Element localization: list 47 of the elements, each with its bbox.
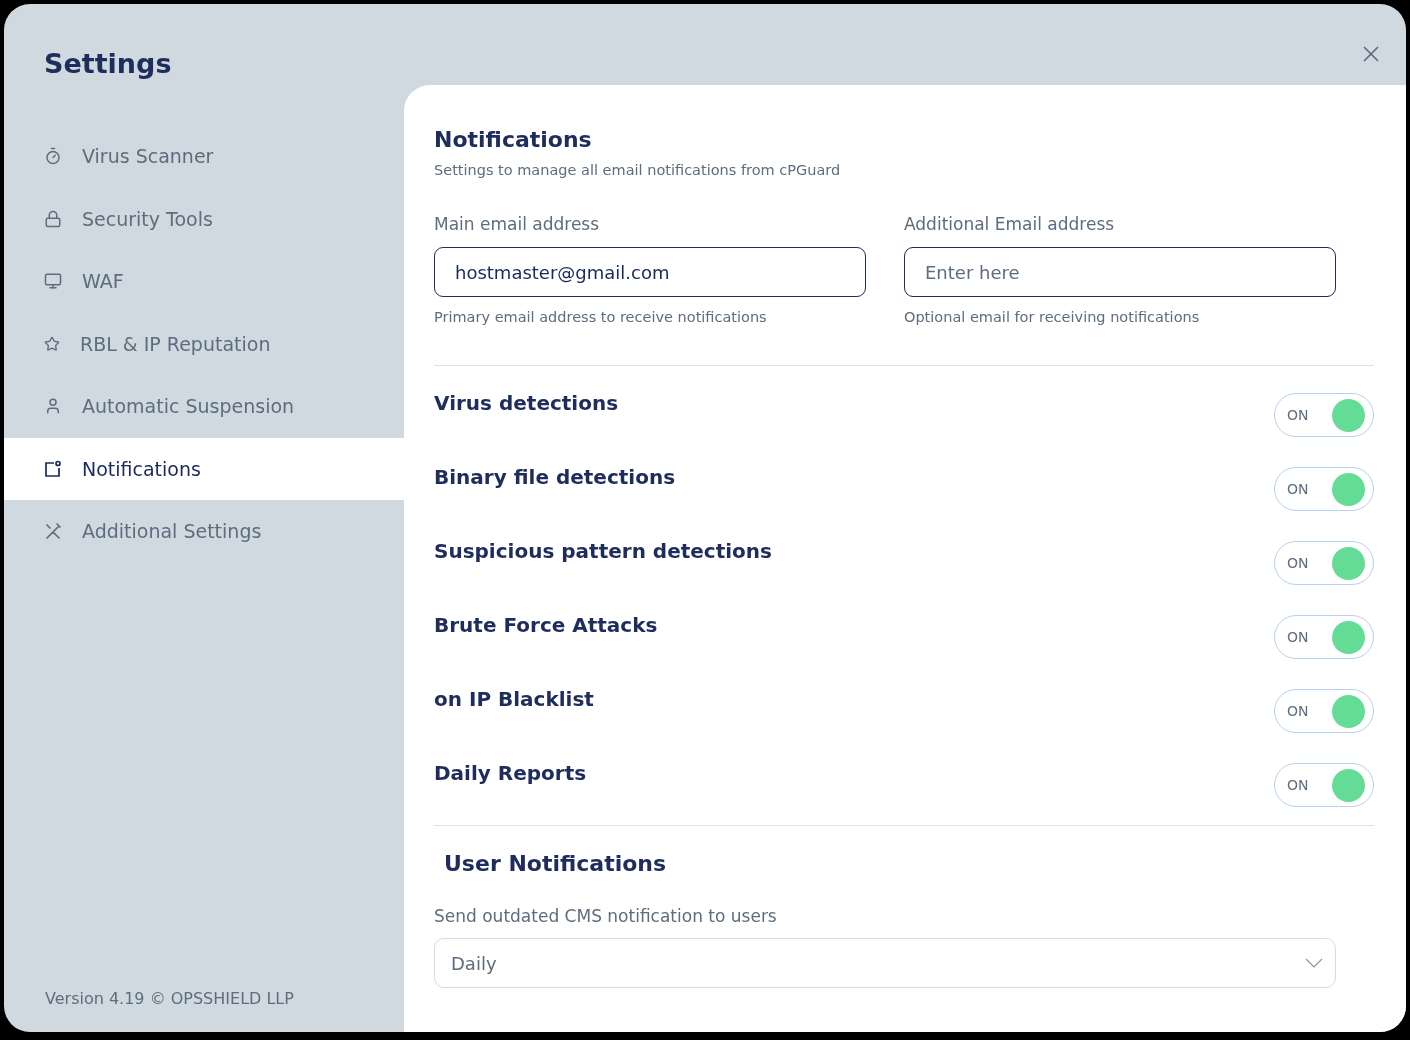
- window-title: Settings: [44, 47, 172, 81]
- toggle-label: Suspicious pattern detections: [434, 539, 772, 563]
- monitor-icon: [44, 272, 62, 291]
- field-label: Send outdated CMS notification to users: [434, 906, 777, 926]
- sidebar-item[interactable]: Automatic Suspension: [4, 375, 404, 438]
- sidebar-item[interactable]: Virus Scanner: [4, 125, 404, 188]
- sidebar-item-label: Security Tools: [82, 207, 213, 230]
- email-input[interactable]: hostmaster@gmail.com: [434, 247, 866, 297]
- toggle-switch[interactable]: ON: [1274, 763, 1374, 807]
- sidebar-item[interactable]: Security Tools: [4, 187, 404, 250]
- section-subtitle: Settings to manage all email notifications from cPGuard: [434, 162, 841, 178]
- section-title: User Notifications: [444, 851, 667, 876]
- toggle-label: Binary file detections: [434, 465, 676, 489]
- sidebar-item-label: Additional Settings: [82, 520, 262, 543]
- notification-icon: [44, 459, 62, 478]
- email-input[interactable]: Enter here: [904, 247, 1336, 297]
- sidebar-item[interactable]: RBL & IP Reputation: [4, 312, 404, 375]
- user-icon: [44, 397, 62, 416]
- toggle-label: on IP Blacklist: [434, 687, 594, 711]
- toggle-label: Brute Force Attacks: [434, 613, 658, 637]
- toggle-switch[interactable]: ON: [1274, 393, 1374, 437]
- tools-icon: [44, 522, 62, 541]
- sidebar-item-label: Notifications: [82, 457, 201, 480]
- sidebar-item-label: Virus Scanner: [82, 145, 214, 168]
- frequency-dropdown[interactable]: Daily: [434, 938, 1336, 988]
- sidebar-item-label: RBL & IP Reputation: [80, 332, 271, 355]
- sidebar-item[interactable]: WAF: [4, 250, 404, 313]
- field-label: Main email address: [434, 214, 600, 234]
- version-text: Version 4.19 © OPSSHIELD LLP: [45, 989, 294, 1008]
- star-icon: [44, 335, 60, 352]
- toggle-switch[interactable]: ON: [1274, 615, 1374, 659]
- section-title: Notifications: [434, 127, 592, 152]
- lock-icon: [44, 209, 62, 228]
- toggle-switch[interactable]: ON: [1274, 541, 1374, 585]
- timer-icon: [44, 147, 62, 166]
- chevron-icon: [1305, 958, 1323, 968]
- sidebar-item-label: WAF: [82, 270, 124, 293]
- sidebar-item[interactable]: Notifications: [4, 437, 404, 500]
- toggle-switch[interactable]: ON: [1274, 689, 1374, 733]
- toggle-label: Virus detections: [434, 391, 619, 415]
- field-hint: Primary email address to receive notifications: [434, 309, 767, 325]
- field-hint: Optional email for receiving notifications: [904, 309, 1200, 325]
- sidebar-item-label: Automatic Suspension: [82, 395, 295, 418]
- toggle-switch[interactable]: ON: [1274, 467, 1374, 511]
- toggle-label: Daily Reports: [434, 761, 587, 785]
- field-label: Additional Email address: [904, 214, 1115, 234]
- sidebar-item[interactable]: Additional Settings: [4, 500, 404, 563]
